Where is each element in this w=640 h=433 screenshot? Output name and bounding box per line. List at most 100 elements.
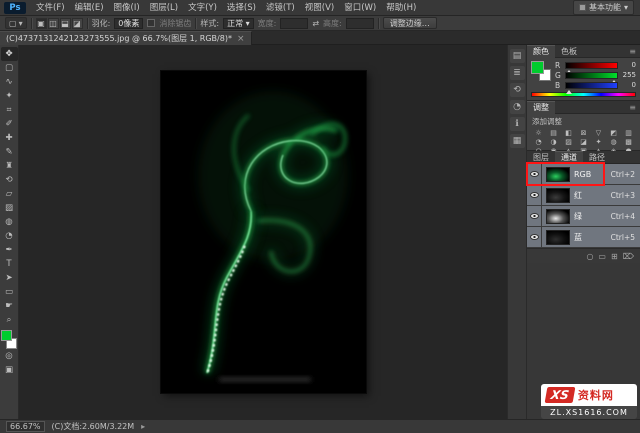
move-tool-button[interactable]: ✥ [1,47,18,61]
collapsed-panel-icon[interactable]: ▤ [510,49,525,63]
screen-mode-button[interactable]: ▣ [1,363,18,377]
refine-edge-button[interactable]: 调整边缘… [383,17,437,29]
green-slider[interactable] [565,72,618,79]
delete-channel-icon[interactable]: ⌦ [623,252,634,261]
menu-type[interactable]: 文字(Y) [183,0,222,16]
quick-selection-tool-button[interactable]: ✦ [1,89,18,103]
menu-select[interactable]: 选择(S) [222,0,261,16]
new-channel-icon[interactable]: ⊞ [611,252,618,261]
collapsed-panel-icon[interactable]: ≣ [510,66,525,80]
shape-tool-button[interactable]: ▭ [1,285,18,299]
zoom-level-field[interactable]: 66.67% [6,421,45,432]
dodge-tool-button[interactable]: ◔ [1,229,18,243]
height-label: 高度: [323,18,342,29]
red-slider[interactable] [565,62,618,69]
healing-brush-tool-button[interactable]: ✚ [1,131,18,145]
tab-adjustments[interactable]: 调整 [527,101,555,114]
channel-row-green[interactable]: 绿 Ctrl+4 [527,206,640,226]
channel-row-red[interactable]: 红 Ctrl+3 [527,185,640,205]
height-input[interactable] [346,18,374,29]
collapsed-panel-icon[interactable]: ⟲ [510,83,525,97]
red-value[interactable]: 0 [621,61,636,69]
adjustment-icon[interactable]: ▽ [591,128,606,137]
adjustment-icon[interactable]: ◑ [546,137,561,146]
menu-help[interactable]: 帮助(H) [381,0,421,16]
tab-swatches[interactable]: 色板 [555,45,583,58]
lasso-tool-button[interactable]: ∿ [1,75,18,89]
collapsed-panel-icon[interactable]: ◔ [510,100,525,114]
canvas-image[interactable] [161,71,366,393]
tool-preset-picker[interactable]: ▢ ▾ [5,17,27,29]
menu-filter[interactable]: 滤镜(T) [261,0,300,16]
hand-tool-button[interactable]: ☛ [1,299,18,313]
menu-edit[interactable]: 编辑(E) [70,0,109,16]
adjustment-icon[interactable]: ⊠ [576,128,591,137]
menu-image[interactable]: 图像(I) [109,0,145,16]
adjustment-icon[interactable]: ☼ [531,128,546,137]
green-smoke-artwork [161,71,366,393]
add-selection-icon[interactable]: ◫ [48,18,59,29]
pen-tool-button[interactable]: ✒ [1,243,18,257]
document-tab[interactable]: (C)4737131242123273555.jpg @ 66.7%(图层 1,… [0,31,252,45]
visibility-toggle[interactable] [527,227,542,247]
marquee-tool-button[interactable]: ▢ [1,61,18,75]
adjustment-icon[interactable]: ◧ [561,128,576,137]
channel-name: 绿 [574,211,611,222]
close-icon[interactable]: × [237,34,245,44]
crop-tool-button[interactable]: ⌗ [1,103,18,117]
menu-view[interactable]: 视图(V) [300,0,339,16]
visibility-toggle[interactable] [527,206,542,226]
adjustment-icon[interactable]: ✦ [591,137,606,146]
eyedropper-tool-button[interactable]: ✐ [1,117,18,131]
channel-thumbnail [546,188,570,203]
load-selection-icon[interactable]: ○ [586,252,593,261]
width-input[interactable] [280,18,308,29]
channel-row-blue[interactable]: 蓝 Ctrl+5 [527,227,640,247]
menu-layer[interactable]: 图层(L) [145,0,183,16]
collapsed-panel-icon[interactable]: ℹ [510,117,525,131]
new-selection-icon[interactable]: ▣ [36,18,47,29]
adjustment-icon[interactable]: ▤ [546,128,561,137]
history-brush-tool-button[interactable]: ⟲ [1,173,18,187]
workspace-switcher[interactable]: 基本功能 ▾ [573,0,634,15]
panel-menu-icon[interactable]: ≡ [629,103,636,112]
style-dropdown[interactable]: 正常 ▾ [223,18,254,29]
color-spectrum-ramp[interactable] [531,92,636,97]
green-value[interactable]: 255 [621,71,636,79]
swap-dimensions-icon[interactable]: ⇄ [312,19,319,28]
panel-menu-icon[interactable]: ≡ [629,47,636,56]
adjustment-icon[interactable]: ▩ [621,137,636,146]
intersect-selection-icon[interactable]: ◪ [72,18,83,29]
clone-stamp-tool-button[interactable]: ♜ [1,159,18,173]
subtract-selection-icon[interactable]: ⬓ [60,18,71,29]
eraser-tool-button[interactable]: ▱ [1,187,18,201]
brush-tool-button[interactable]: ✎ [1,145,18,159]
gradient-tool-button[interactable]: ▨ [1,201,18,215]
collapsed-panel-icon[interactable]: ▦ [510,134,525,148]
adjustment-icon[interactable]: ▥ [621,128,636,137]
menu-window[interactable]: 窗口(W) [339,0,381,16]
tab-color[interactable]: 颜色 [527,45,555,58]
collapsed-panel-dock: ▤ ≣ ⟲ ◔ ℹ ▦ [507,45,527,419]
adjustment-icon[interactable]: ◪ [576,137,591,146]
menu-file[interactable]: 文件(F) [31,0,70,16]
zoom-tool-button[interactable]: ⌕ [1,313,18,327]
blur-tool-button[interactable]: ◍ [1,215,18,229]
quick-mask-button[interactable]: ◎ [1,349,18,363]
adjustment-icon[interactable]: ◍ [606,137,621,146]
antialias-checkbox[interactable] [147,19,155,27]
adjustment-icon[interactable]: ◔ [531,137,546,146]
type-tool-button[interactable]: T [1,257,18,271]
photoshop-logo: Ps [4,2,26,14]
foreground-color-swatch[interactable] [1,330,12,341]
adjustment-icon[interactable]: ▨ [561,137,576,146]
adjustment-icon[interactable]: ◩ [606,128,621,137]
feather-input[interactable]: 0像素 [114,18,143,29]
blue-value[interactable]: 0 [621,81,636,89]
status-options-arrow-icon[interactable]: ▸ [141,422,145,431]
visibility-toggle[interactable] [527,185,542,205]
save-selection-icon[interactable]: ▭ [598,252,606,261]
blue-slider[interactable] [565,82,618,89]
foreground-swatch[interactable] [531,61,544,74]
path-selection-tool-button[interactable]: ➤ [1,271,18,285]
